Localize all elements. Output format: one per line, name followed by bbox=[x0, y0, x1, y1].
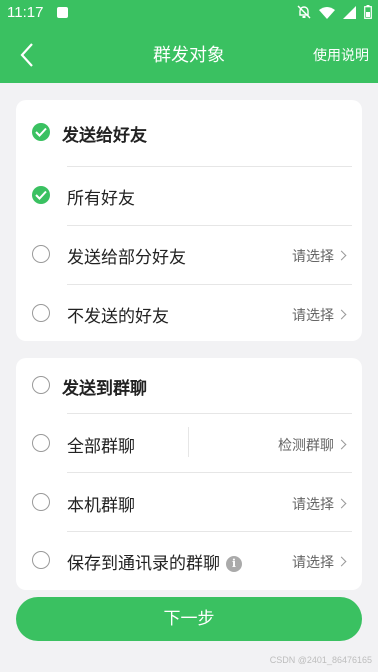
radio-button[interactable] bbox=[32, 551, 50, 569]
select-label: 请选择 bbox=[292, 249, 334, 265]
send-to-groups-row[interactable]: 发送到群聊 bbox=[16, 365, 362, 405]
next-step-button[interactable]: 下一步 bbox=[16, 597, 362, 641]
wifi-icon bbox=[319, 6, 335, 19]
groups-card: 发送到群聊 全部群聊 检测群聊 本机群聊 请选择 保存到通讯录的群聊 i 请选择 bbox=[16, 358, 362, 590]
chevron-right-icon bbox=[336, 439, 347, 450]
select-saved-groups[interactable]: 请选择 bbox=[292, 552, 347, 572]
select-local-groups[interactable]: 请选择 bbox=[292, 494, 347, 514]
local-groups-row[interactable]: 本机群聊 请选择 bbox=[16, 482, 362, 522]
exclude-friends-label: 不发送的好友 bbox=[67, 307, 169, 327]
divider bbox=[67, 531, 352, 532]
local-groups-label: 本机群聊 bbox=[67, 496, 135, 516]
saved-groups-row[interactable]: 保存到通讯录的群聊 i 请选择 bbox=[16, 540, 362, 580]
saved-groups-text: 保存到通讯录的群聊 bbox=[67, 554, 220, 574]
friends-card: 发送给好友 所有好友 发送给部分好友 请选择 不发送的好友 请选择 bbox=[16, 100, 362, 341]
info-icon[interactable]: i bbox=[226, 556, 242, 572]
checked-radio-icon[interactable] bbox=[32, 186, 50, 204]
partial-friends-row[interactable]: 发送给部分好友 请选择 bbox=[16, 234, 362, 274]
mute-bell-icon bbox=[297, 5, 311, 19]
send-to-groups-label: 发送到群聊 bbox=[62, 379, 147, 399]
app-notification-icon bbox=[57, 7, 68, 18]
divider bbox=[67, 166, 352, 167]
divider bbox=[67, 413, 352, 414]
vertical-divider bbox=[188, 427, 189, 457]
status-bar: 11:17 bbox=[0, 0, 378, 26]
status-time: 11:17 bbox=[7, 4, 44, 21]
app-header: 11:17 群发对象 使用说明 bbox=[0, 0, 378, 83]
select-partial-friends[interactable]: 请选择 bbox=[292, 246, 347, 266]
select-label: 请选择 bbox=[292, 497, 334, 513]
radio-button[interactable] bbox=[32, 434, 50, 452]
divider bbox=[67, 225, 352, 226]
detect-groups-label: 检测群聊 bbox=[278, 438, 334, 454]
all-groups-row[interactable]: 全部群聊 检测群聊 bbox=[16, 423, 362, 463]
send-to-friends-row[interactable]: 发送给好友 bbox=[16, 112, 362, 152]
select-exclude-friends[interactable]: 请选择 bbox=[292, 305, 347, 325]
checked-radio-icon[interactable] bbox=[32, 123, 50, 141]
select-label: 请选择 bbox=[292, 555, 334, 571]
nav-bar: 群发对象 使用说明 bbox=[0, 26, 378, 83]
battery-icon bbox=[364, 5, 372, 19]
select-label: 请选择 bbox=[292, 308, 334, 324]
exclude-friends-row[interactable]: 不发送的好友 请选择 bbox=[16, 293, 362, 333]
divider bbox=[67, 472, 352, 473]
signal-icon bbox=[343, 5, 356, 19]
chevron-right-icon bbox=[336, 250, 347, 261]
chevron-right-icon bbox=[336, 309, 347, 320]
radio-button[interactable] bbox=[32, 245, 50, 263]
chevron-right-icon bbox=[336, 556, 347, 567]
partial-friends-label: 发送给部分好友 bbox=[67, 248, 186, 268]
help-link[interactable]: 使用说明 bbox=[313, 45, 369, 65]
watermark: CSDN @2401_86476165 bbox=[269, 655, 372, 665]
saved-groups-label: 保存到通讯录的群聊 i bbox=[67, 549, 242, 574]
radio-button[interactable] bbox=[32, 493, 50, 511]
detect-groups-link[interactable]: 检测群聊 bbox=[278, 435, 347, 455]
radio-button[interactable] bbox=[32, 376, 50, 394]
send-to-friends-label: 发送给好友 bbox=[62, 126, 147, 146]
all-friends-label: 所有好友 bbox=[67, 189, 135, 209]
all-friends-row[interactable]: 所有好友 bbox=[16, 175, 362, 215]
divider bbox=[67, 284, 352, 285]
status-icons bbox=[297, 5, 372, 19]
all-groups-label: 全部群聊 bbox=[67, 437, 135, 457]
chevron-right-icon bbox=[336, 498, 347, 509]
radio-button[interactable] bbox=[32, 304, 50, 322]
